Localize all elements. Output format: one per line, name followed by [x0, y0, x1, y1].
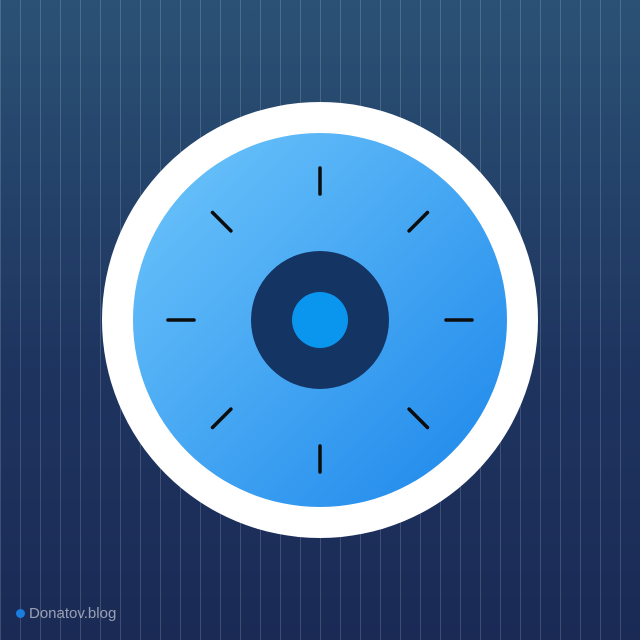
- watermark-dot-icon: [16, 609, 25, 618]
- dial-center-dot: [292, 292, 348, 348]
- dial-icon: [102, 102, 538, 538]
- watermark: Donatov.blog: [16, 605, 116, 622]
- watermark-text: Donatov.blog: [29, 605, 117, 622]
- icon-canvas: Donatov.blog: [0, 0, 640, 640]
